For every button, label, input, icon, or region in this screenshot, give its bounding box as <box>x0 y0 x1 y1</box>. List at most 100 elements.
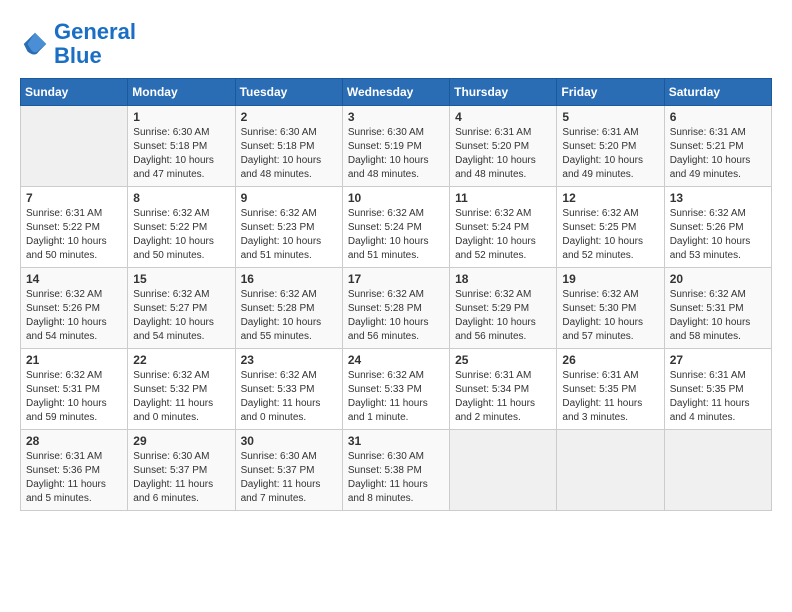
calendar-cell <box>450 430 557 511</box>
day-info: Sunrise: 6:32 AM Sunset: 5:28 PM Dayligh… <box>241 288 337 344</box>
calendar-cell: 23 Sunrise: 6:32 AM Sunset: 5:33 PM Dayl… <box>235 349 342 430</box>
calendar-week-1: 1 Sunrise: 6:30 AM Sunset: 5:18 PM Dayli… <box>21 106 772 187</box>
day-info: Sunrise: 6:32 AM Sunset: 5:27 PM Dayligh… <box>133 288 229 344</box>
day-info: Sunrise: 6:32 AM Sunset: 5:33 PM Dayligh… <box>241 369 337 425</box>
day-number: 18 <box>455 272 551 286</box>
day-info: Sunrise: 6:32 AM Sunset: 5:26 PM Dayligh… <box>26 288 122 344</box>
calendar-cell: 1 Sunrise: 6:30 AM Sunset: 5:18 PM Dayli… <box>128 106 235 187</box>
day-info: Sunrise: 6:32 AM Sunset: 5:24 PM Dayligh… <box>455 207 551 263</box>
day-number: 2 <box>241 110 337 124</box>
day-number: 6 <box>670 110 766 124</box>
day-info: Sunrise: 6:32 AM Sunset: 5:24 PM Dayligh… <box>348 207 444 263</box>
weekday-header-thursday: Thursday <box>450 79 557 106</box>
calendar-cell: 29 Sunrise: 6:30 AM Sunset: 5:37 PM Dayl… <box>128 430 235 511</box>
day-info: Sunrise: 6:31 AM Sunset: 5:22 PM Dayligh… <box>26 207 122 263</box>
calendar-week-5: 28 Sunrise: 6:31 AM Sunset: 5:36 PM Dayl… <box>21 430 772 511</box>
day-number: 11 <box>455 191 551 205</box>
day-number: 12 <box>562 191 658 205</box>
day-info: Sunrise: 6:32 AM Sunset: 5:28 PM Dayligh… <box>348 288 444 344</box>
calendar-cell: 26 Sunrise: 6:31 AM Sunset: 5:35 PM Dayl… <box>557 349 664 430</box>
calendar-header: SundayMondayTuesdayWednesdayThursdayFrid… <box>21 79 772 106</box>
day-info: Sunrise: 6:31 AM Sunset: 5:21 PM Dayligh… <box>670 126 766 182</box>
day-info: Sunrise: 6:32 AM Sunset: 5:32 PM Dayligh… <box>133 369 229 425</box>
day-info: Sunrise: 6:32 AM Sunset: 5:33 PM Dayligh… <box>348 369 444 425</box>
day-info: Sunrise: 6:31 AM Sunset: 5:35 PM Dayligh… <box>562 369 658 425</box>
calendar-cell: 4 Sunrise: 6:31 AM Sunset: 5:20 PM Dayli… <box>450 106 557 187</box>
day-number: 16 <box>241 272 337 286</box>
calendar-cell: 27 Sunrise: 6:31 AM Sunset: 5:35 PM Dayl… <box>664 349 771 430</box>
day-info: Sunrise: 6:31 AM Sunset: 5:36 PM Dayligh… <box>26 450 122 506</box>
day-number: 4 <box>455 110 551 124</box>
weekday-header-wednesday: Wednesday <box>342 79 449 106</box>
calendar-cell: 24 Sunrise: 6:32 AM Sunset: 5:33 PM Dayl… <box>342 349 449 430</box>
logo-icon <box>20 29 50 59</box>
day-info: Sunrise: 6:32 AM Sunset: 5:30 PM Dayligh… <box>562 288 658 344</box>
calendar-week-4: 21 Sunrise: 6:32 AM Sunset: 5:31 PM Dayl… <box>21 349 772 430</box>
calendar-cell: 28 Sunrise: 6:31 AM Sunset: 5:36 PM Dayl… <box>21 430 128 511</box>
day-number: 31 <box>348 434 444 448</box>
logo-text: General Blue <box>54 20 136 68</box>
calendar-cell: 20 Sunrise: 6:32 AM Sunset: 5:31 PM Dayl… <box>664 268 771 349</box>
calendar-cell: 5 Sunrise: 6:31 AM Sunset: 5:20 PM Dayli… <box>557 106 664 187</box>
calendar-cell: 16 Sunrise: 6:32 AM Sunset: 5:28 PM Dayl… <box>235 268 342 349</box>
calendar-cell: 6 Sunrise: 6:31 AM Sunset: 5:21 PM Dayli… <box>664 106 771 187</box>
day-info: Sunrise: 6:31 AM Sunset: 5:34 PM Dayligh… <box>455 369 551 425</box>
day-number: 20 <box>670 272 766 286</box>
day-number: 24 <box>348 353 444 367</box>
calendar-cell: 17 Sunrise: 6:32 AM Sunset: 5:28 PM Dayl… <box>342 268 449 349</box>
day-number: 13 <box>670 191 766 205</box>
day-number: 23 <box>241 353 337 367</box>
day-number: 15 <box>133 272 229 286</box>
calendar-cell: 2 Sunrise: 6:30 AM Sunset: 5:18 PM Dayli… <box>235 106 342 187</box>
day-number: 29 <box>133 434 229 448</box>
day-number: 14 <box>26 272 122 286</box>
day-info: Sunrise: 6:31 AM Sunset: 5:20 PM Dayligh… <box>562 126 658 182</box>
day-info: Sunrise: 6:30 AM Sunset: 5:38 PM Dayligh… <box>348 450 444 506</box>
weekday-header-sunday: Sunday <box>21 79 128 106</box>
day-info: Sunrise: 6:32 AM Sunset: 5:29 PM Dayligh… <box>455 288 551 344</box>
day-number: 10 <box>348 191 444 205</box>
weekday-header-saturday: Saturday <box>664 79 771 106</box>
calendar-cell: 15 Sunrise: 6:32 AM Sunset: 5:27 PM Dayl… <box>128 268 235 349</box>
day-info: Sunrise: 6:30 AM Sunset: 5:18 PM Dayligh… <box>133 126 229 182</box>
calendar-cell: 8 Sunrise: 6:32 AM Sunset: 5:22 PM Dayli… <box>128 187 235 268</box>
day-info: Sunrise: 6:31 AM Sunset: 5:35 PM Dayligh… <box>670 369 766 425</box>
day-number: 22 <box>133 353 229 367</box>
weekday-header-friday: Friday <box>557 79 664 106</box>
calendar-cell <box>21 106 128 187</box>
weekday-header-tuesday: Tuesday <box>235 79 342 106</box>
calendar-cell: 22 Sunrise: 6:32 AM Sunset: 5:32 PM Dayl… <box>128 349 235 430</box>
logo: General Blue <box>20 20 136 68</box>
calendar-cell: 25 Sunrise: 6:31 AM Sunset: 5:34 PM Dayl… <box>450 349 557 430</box>
calendar-cell: 3 Sunrise: 6:30 AM Sunset: 5:19 PM Dayli… <box>342 106 449 187</box>
day-number: 25 <box>455 353 551 367</box>
calendar-table: SundayMondayTuesdayWednesdayThursdayFrid… <box>20 78 772 511</box>
calendar-cell <box>557 430 664 511</box>
day-number: 21 <box>26 353 122 367</box>
day-info: Sunrise: 6:32 AM Sunset: 5:25 PM Dayligh… <box>562 207 658 263</box>
weekday-header-row: SundayMondayTuesdayWednesdayThursdayFrid… <box>21 79 772 106</box>
calendar-cell: 10 Sunrise: 6:32 AM Sunset: 5:24 PM Dayl… <box>342 187 449 268</box>
day-number: 19 <box>562 272 658 286</box>
day-number: 30 <box>241 434 337 448</box>
calendar-cell: 11 Sunrise: 6:32 AM Sunset: 5:24 PM Dayl… <box>450 187 557 268</box>
day-info: Sunrise: 6:30 AM Sunset: 5:37 PM Dayligh… <box>133 450 229 506</box>
day-number: 26 <box>562 353 658 367</box>
day-info: Sunrise: 6:32 AM Sunset: 5:31 PM Dayligh… <box>670 288 766 344</box>
calendar-cell: 18 Sunrise: 6:32 AM Sunset: 5:29 PM Dayl… <box>450 268 557 349</box>
calendar-cell: 31 Sunrise: 6:30 AM Sunset: 5:38 PM Dayl… <box>342 430 449 511</box>
day-number: 5 <box>562 110 658 124</box>
day-number: 7 <box>26 191 122 205</box>
day-number: 1 <box>133 110 229 124</box>
calendar-cell: 14 Sunrise: 6:32 AM Sunset: 5:26 PM Dayl… <box>21 268 128 349</box>
day-number: 3 <box>348 110 444 124</box>
calendar-cell: 21 Sunrise: 6:32 AM Sunset: 5:31 PM Dayl… <box>21 349 128 430</box>
calendar-cell: 30 Sunrise: 6:30 AM Sunset: 5:37 PM Dayl… <box>235 430 342 511</box>
weekday-header-monday: Monday <box>128 79 235 106</box>
day-info: Sunrise: 6:32 AM Sunset: 5:26 PM Dayligh… <box>670 207 766 263</box>
calendar-cell: 9 Sunrise: 6:32 AM Sunset: 5:23 PM Dayli… <box>235 187 342 268</box>
day-info: Sunrise: 6:31 AM Sunset: 5:20 PM Dayligh… <box>455 126 551 182</box>
day-number: 9 <box>241 191 337 205</box>
day-number: 27 <box>670 353 766 367</box>
day-info: Sunrise: 6:30 AM Sunset: 5:19 PM Dayligh… <box>348 126 444 182</box>
